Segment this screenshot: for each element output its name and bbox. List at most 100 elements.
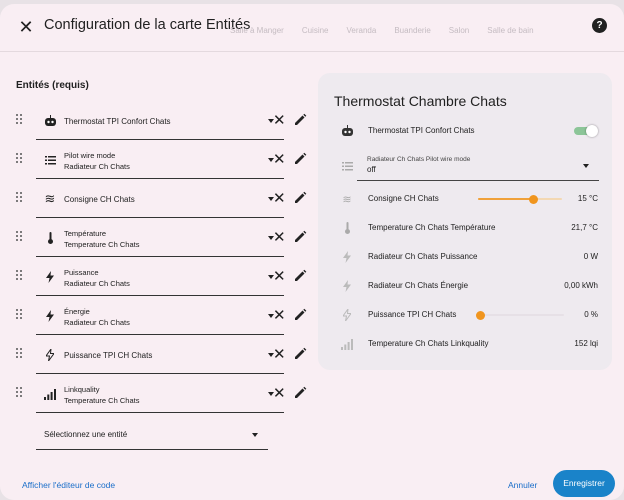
entity-value: Radiateur Ch Chats — [64, 318, 130, 327]
pencil-icon[interactable] — [294, 113, 308, 127]
flash-icon — [43, 309, 57, 323]
drag-handle-icon[interactable] — [16, 192, 26, 204]
temperature-name: Temperature Ch Chats Température — [368, 223, 496, 232]
entity-name: Consigne CH Chats — [64, 195, 135, 204]
show-code-editor-link[interactable]: Afficher l'éditeur de code — [22, 480, 115, 490]
consigne-name: Consigne CH Chats — [368, 194, 439, 203]
bg-tab: Salle de bain — [487, 26, 534, 35]
pencil-icon[interactable] — [294, 152, 308, 166]
entity-picker[interactable]: Linkquality Temperature Ch Chats — [36, 377, 284, 413]
close-icon[interactable]: ✕ — [16, 17, 36, 37]
entity-picker[interactable]: ≋ Consigne CH Chats — [36, 182, 284, 218]
flash-icon — [43, 270, 57, 284]
cancel-button[interactable]: Annuler — [508, 480, 537, 490]
slider-thumb[interactable] — [476, 311, 485, 320]
remove-icon[interactable]: ✕ — [273, 308, 286, 323]
consigne-slider[interactable] — [478, 193, 562, 205]
signal-bars-icon — [340, 337, 354, 351]
entity-picker[interactable]: Pilot wire mode Radiateur Ch Chats — [36, 143, 284, 179]
header-divider — [0, 51, 624, 52]
remove-icon[interactable]: ✕ — [273, 230, 286, 245]
preview-row-tpi-power: Puissance TPI CH Chats 0 % — [334, 305, 600, 325]
list-icon — [43, 153, 57, 167]
preview-row-energy: Radiateur Ch Chats Énergie 0,00 kWh — [334, 276, 600, 296]
remove-icon[interactable]: ✕ — [273, 347, 286, 362]
entity-row: Énergie Radiateur Ch Chats ✕ — [16, 299, 316, 335]
flash-outline-icon — [43, 348, 57, 362]
heat-waves-icon: ≋ — [44, 191, 56, 206]
linkquality-name: Temperature Ch Chats Linkquality — [368, 339, 489, 348]
pencil-icon[interactable] — [294, 347, 308, 361]
pilot-wire-select[interactable]: Radiateur Ch Chats Pilot wire mode off — [357, 149, 599, 181]
preview-row-thermostat: Thermostat TPI Confort Chats — [334, 121, 600, 141]
tpi-power-slider[interactable] — [476, 309, 564, 321]
dialog-title: Configuration de la carte Entités — [44, 17, 251, 33]
remove-icon[interactable]: ✕ — [273, 269, 286, 284]
flash-outline-icon — [340, 308, 354, 322]
entity-select[interactable]: Sélectionnez une entité — [36, 418, 268, 450]
pencil-icon[interactable] — [294, 191, 308, 205]
drag-handle-icon[interactable] — [16, 387, 26, 399]
card-config-dialog: ✕ Configuration de la carte Entités Sall… — [0, 4, 624, 500]
bg-tab: Salle à Manger — [230, 26, 284, 35]
chevron-down-icon — [252, 433, 258, 437]
entity-picker[interactable]: Puissance TPI CH Chats — [36, 338, 284, 374]
flash-icon — [340, 279, 354, 293]
drag-handle-icon[interactable] — [16, 309, 26, 321]
thermostat-name: Thermostat TPI Confort Chats — [368, 126, 475, 135]
entity-value: Temperature Ch Chats — [64, 240, 140, 249]
pencil-icon[interactable] — [294, 230, 308, 244]
thermometer-icon — [340, 221, 354, 235]
pencil-icon[interactable] — [294, 308, 308, 322]
entity-row: Thermostat TPI Confort Chats ✕ — [16, 104, 316, 140]
remove-icon[interactable]: ✕ — [273, 152, 286, 167]
entity-row: Puissance Radiateur Ch Chats ✕ — [16, 260, 316, 296]
bg-tab: Cuisine — [301, 26, 329, 35]
drag-handle-icon[interactable] — [16, 270, 26, 282]
power-value: 0 W — [583, 252, 598, 261]
card-preview: Thermostat Chambre Chats Thermostat TPI … — [318, 73, 612, 370]
entity-picker[interactable]: Thermostat TPI Confort Chats — [36, 104, 284, 140]
energy-value: 0,00 kWh — [564, 281, 598, 290]
entity-picker[interactable]: Énergie Radiateur Ch Chats — [36, 299, 284, 335]
remove-icon[interactable]: ✕ — [273, 191, 286, 206]
save-button[interactable]: Enregistrer — [553, 470, 615, 497]
remove-icon[interactable]: ✕ — [273, 113, 286, 128]
entity-name: Puissance TPI CH Chats — [64, 351, 153, 360]
entity-value: Radiateur Ch Chats — [64, 279, 130, 288]
entity-picker[interactable]: Puissance Radiateur Ch Chats — [36, 260, 284, 296]
bg-tab: Buanderie — [394, 26, 431, 35]
slider-thumb[interactable] — [528, 195, 538, 204]
preview-card-title: Thermostat Chambre Chats — [334, 93, 507, 109]
entity-row: ≋ Consigne CH Chats ✕ — [16, 182, 316, 218]
drag-handle-icon[interactable] — [16, 114, 26, 126]
entity-name: Pilot wire mode — [64, 151, 116, 160]
preview-row-power: Radiateur Ch Chats Puissance 0 W — [334, 247, 600, 267]
drag-handle-icon[interactable] — [16, 231, 26, 243]
entity-name: Température — [64, 229, 107, 238]
drag-handle-icon[interactable] — [16, 153, 26, 165]
tpi-power-value: 0 % — [584, 310, 598, 319]
pencil-icon[interactable] — [294, 386, 308, 400]
entity-row: Linkquality Temperature Ch Chats ✕ — [16, 377, 316, 413]
drag-handle-icon[interactable] — [16, 348, 26, 360]
entity-picker[interactable]: Température Temperature Ch Chats — [36, 221, 284, 257]
chevron-down-icon — [583, 164, 589, 168]
background-tabs: Salle à Manger Cuisine Veranda Buanderie… — [230, 26, 534, 35]
help-icon[interactable]: ? — [592, 18, 607, 33]
preview-row-linkquality: Temperature Ch Chats Linkquality 152 lqi — [334, 334, 600, 354]
robot-icon — [43, 114, 57, 128]
temperature-value: 21,7 °C — [571, 223, 598, 232]
pilot-wire-label: Radiateur Ch Chats Pilot wire mode — [367, 156, 471, 163]
entity-name: Thermostat TPI Confort Chats — [64, 117, 171, 126]
list-icon — [340, 159, 354, 173]
heat-waves-icon: ≋ — [342, 193, 352, 206]
entity-row: Température Temperature Ch Chats ✕ — [16, 221, 316, 257]
thermostat-toggle[interactable] — [574, 125, 598, 137]
pencil-icon[interactable] — [294, 269, 308, 283]
consigne-value: 15 °C — [577, 194, 598, 203]
bg-tab: Salon — [448, 26, 470, 35]
entity-value: Temperature Ch Chats — [64, 396, 140, 405]
preview-row-consigne: ≋ Consigne CH Chats 15 °C — [334, 189, 600, 209]
remove-icon[interactable]: ✕ — [273, 386, 286, 401]
